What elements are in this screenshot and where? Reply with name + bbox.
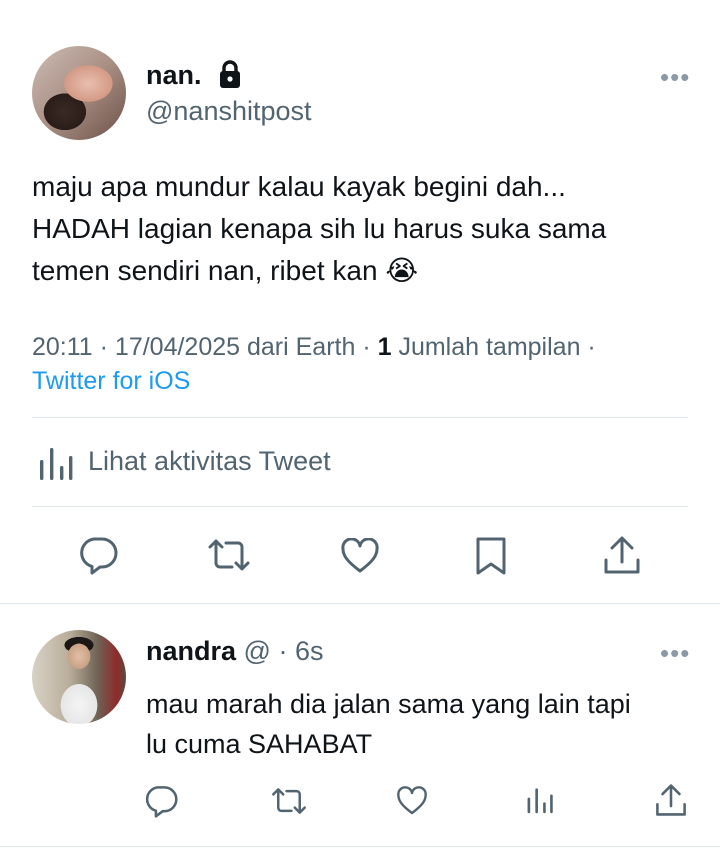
reply-text-line: lu cuma SAHABAT [146, 729, 373, 759]
view-activity-link[interactable]: Lihat aktivitas Tweet [88, 446, 331, 477]
reply-more-options-icon[interactable]: ••• [660, 638, 690, 669]
reply-author-handle[interactable]: @ [244, 636, 271, 666]
reply-reply-icon[interactable] [144, 784, 178, 818]
tweet-timestamp[interactable]: 20:11 · 17/04/2025 dari Earth · [32, 333, 378, 361]
reply-share-icon[interactable] [654, 782, 688, 818]
share-icon[interactable] [602, 534, 642, 576]
reply-header: nandra @ · 6s [146, 636, 323, 667]
source-link[interactable]: Twitter for iOS [32, 367, 190, 395]
tweet-text-line: HADAH lagian kenapa sih lu harus suka sa… [32, 213, 607, 244]
author-handle[interactable]: @nanshitpost [146, 96, 312, 127]
lock-icon [216, 59, 244, 89]
tweet-meta: 20:11 · 17/04/2025 dari Earth · 1 Jumlah… [32, 330, 692, 398]
reply-text-line: mau marah dia jalan sama yang lain tapi [146, 689, 631, 719]
reply-icon[interactable] [78, 535, 118, 575]
tweet-text-line: temen sendiri nan, ribet kan 😭 [32, 250, 692, 292]
retweet-icon[interactable] [206, 537, 252, 573]
divider [32, 506, 688, 507]
analytics-icon[interactable] [38, 446, 74, 480]
tweet-text-line-content: temen sendiri nan, ribet kan [32, 255, 378, 286]
view-count: 1 [377, 333, 392, 361]
reply-author-avatar[interactable] [32, 630, 126, 724]
more-options-icon[interactable]: ••• [660, 62, 690, 93]
reply-like-icon[interactable] [396, 786, 428, 816]
tweet-text-line: maju apa mundur kalau kayak begini dah..… [32, 171, 566, 202]
reply-analytics-icon[interactable] [526, 786, 554, 814]
author-name[interactable]: nan. [146, 60, 202, 91]
reply-time[interactable]: · 6s [271, 636, 323, 666]
reply-retweet-icon[interactable] [270, 786, 308, 816]
crying-emoji: 😭 [385, 255, 419, 286]
reply-author-name[interactable]: nandra [146, 636, 236, 666]
reply-text: mau marah dia jalan sama yang lain tapi … [146, 684, 706, 764]
bookmark-icon[interactable] [474, 536, 508, 576]
tweet-text: maju apa mundur kalau kayak begini dah..… [32, 166, 692, 292]
views-label: Jumlah tampilan · [391, 333, 596, 361]
divider [0, 603, 720, 604]
author-avatar[interactable] [32, 46, 126, 140]
divider [32, 417, 688, 418]
like-icon[interactable] [340, 538, 380, 574]
divider [0, 846, 720, 847]
